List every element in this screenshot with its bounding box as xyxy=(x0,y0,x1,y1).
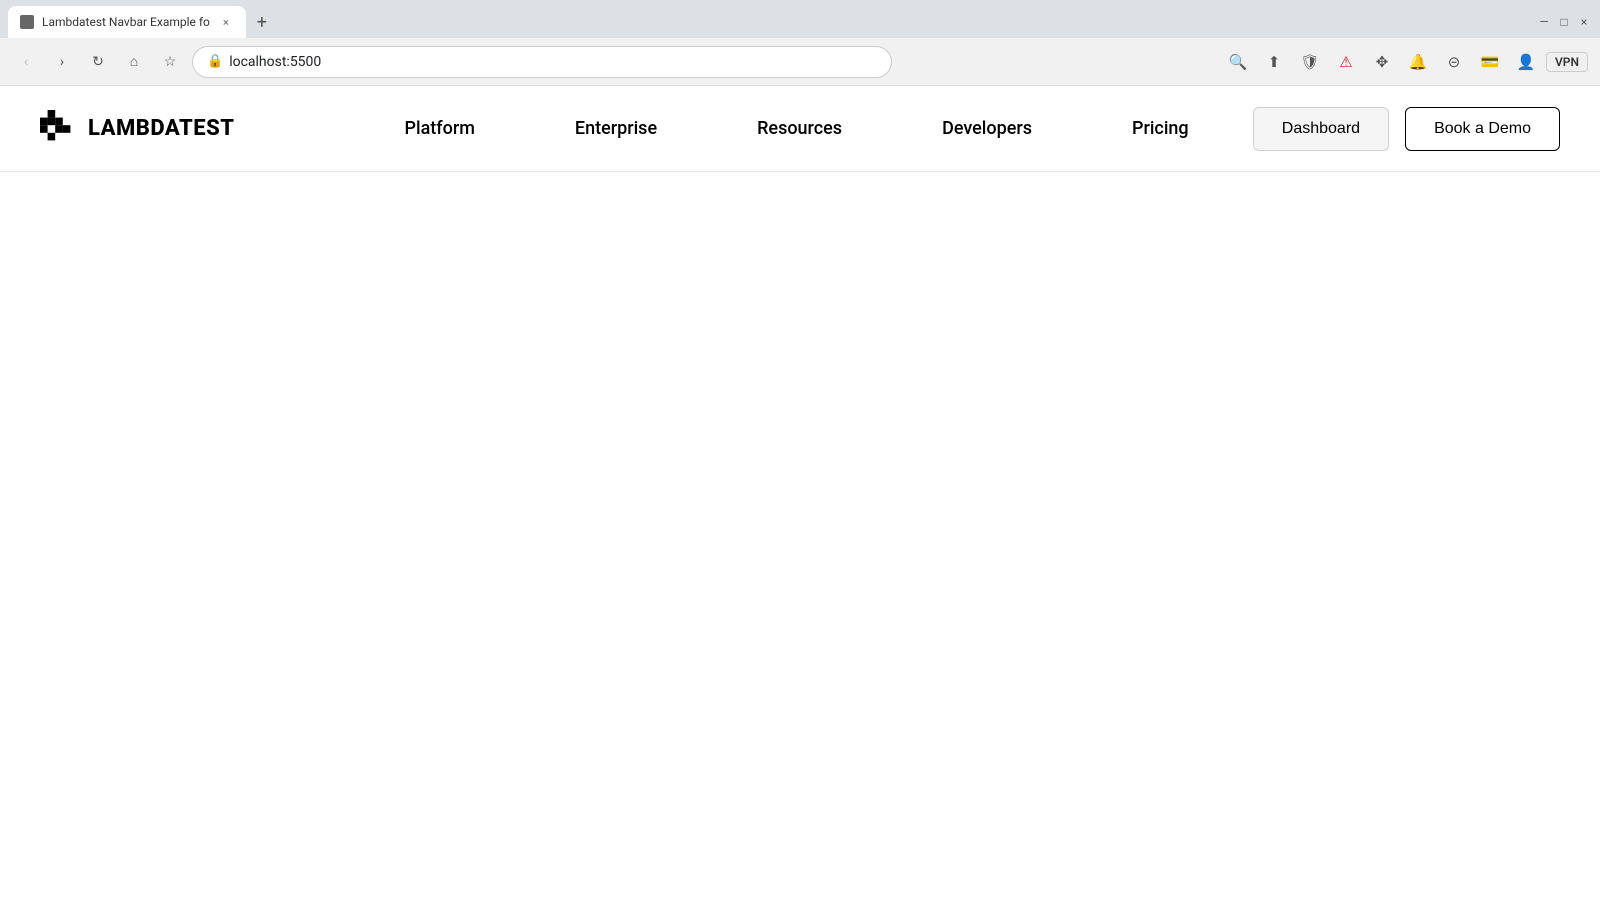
new-tab-button[interactable]: + xyxy=(248,8,276,36)
reload-button[interactable]: ↻ xyxy=(84,48,112,76)
logo-icon xyxy=(40,110,78,148)
extensions-icon[interactable]: ✥ xyxy=(1366,46,1398,78)
nav-actions: Dashboard Book a Demo xyxy=(1253,107,1560,151)
url-text: localhost:5500 xyxy=(229,54,877,70)
notifications-icon[interactable]: 🔔 xyxy=(1402,46,1434,78)
navbar: LAMBDATEST Platform Enterprise Resources… xyxy=(0,86,1600,172)
nav-developers[interactable]: Developers xyxy=(892,118,1082,139)
home-button[interactable]: ⌂ xyxy=(120,48,148,76)
wallet-icon[interactable]: 💳 xyxy=(1474,46,1506,78)
bookmark-button[interactable]: ☆ xyxy=(156,48,184,76)
tab-favicon xyxy=(20,15,34,29)
window-controls: — □ × xyxy=(1536,14,1600,30)
browser-chrome: Lambdatest Navbar Example fo × + — □ × ‹… xyxy=(0,0,1600,86)
website-content: LAMBDATEST Platform Enterprise Resources… xyxy=(0,86,1600,900)
tab-title: Lambdatest Navbar Example fo xyxy=(42,15,210,29)
tab-bar: Lambdatest Navbar Example fo × + — □ × xyxy=(0,0,1600,38)
lock-icon: 🔒 xyxy=(207,54,223,69)
shield-icon[interactable]: 🛡 xyxy=(1294,46,1326,78)
alert-icon[interactable]: ⚠ xyxy=(1330,46,1362,78)
minimize-button[interactable]: — xyxy=(1536,14,1552,30)
forward-button[interactable]: › xyxy=(48,48,76,76)
close-button[interactable]: × xyxy=(1576,14,1592,30)
search-icon[interactable]: 🔍 xyxy=(1222,46,1254,78)
tab-close-button[interactable]: × xyxy=(218,14,234,30)
logo-text: LAMBDATEST xyxy=(88,116,235,141)
nav-enterprise[interactable]: Enterprise xyxy=(525,118,707,139)
nav-pricing[interactable]: Pricing xyxy=(1082,118,1239,139)
page-body xyxy=(0,172,1600,900)
maximize-button[interactable]: □ xyxy=(1556,14,1572,30)
vpn-button[interactable]: VPN xyxy=(1546,52,1588,72)
profile-icon[interactable]: 👤 xyxy=(1510,46,1542,78)
active-tab[interactable]: Lambdatest Navbar Example fo × xyxy=(8,6,246,38)
book-demo-button[interactable]: Book a Demo xyxy=(1405,107,1560,151)
sidebar-icon[interactable]: ⊝ xyxy=(1438,46,1470,78)
nav-resources[interactable]: Resources xyxy=(707,118,892,139)
browser-action-buttons: 🔍 ⬆ 🛡 ⚠ ✥ 🔔 ⊝ 💳 👤 VPN xyxy=(1222,46,1588,78)
dashboard-button[interactable]: Dashboard xyxy=(1253,107,1389,151)
share-icon[interactable]: ⬆ xyxy=(1258,46,1290,78)
address-bar-row: ‹ › ↻ ⌂ ☆ 🔒 localhost:5500 🔍 ⬆ 🛡 ⚠ ✥ 🔔 ⊝… xyxy=(0,38,1600,86)
back-button[interactable]: ‹ xyxy=(12,48,40,76)
logo[interactable]: LAMBDATEST xyxy=(40,110,235,148)
nav-links: Platform Enterprise Resources Developers… xyxy=(355,118,1253,139)
url-bar[interactable]: 🔒 localhost:5500 xyxy=(192,46,892,78)
nav-platform[interactable]: Platform xyxy=(355,118,525,139)
